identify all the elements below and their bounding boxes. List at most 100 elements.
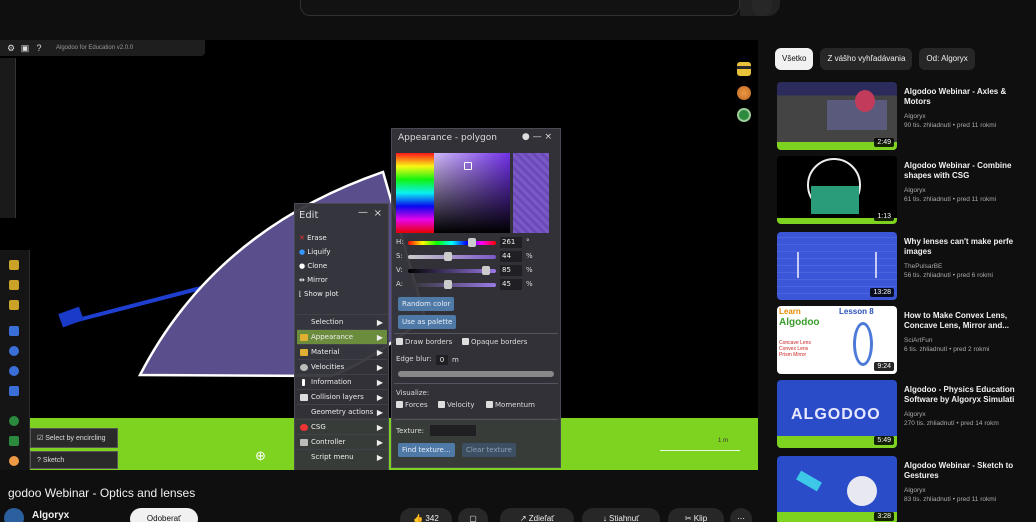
dislike-button[interactable]: ▢ bbox=[458, 508, 488, 522]
chip-all[interactable]: Všetko bbox=[775, 48, 814, 70]
opaque-borders-checkbox[interactable]: Opaque borders bbox=[462, 338, 527, 346]
value-slider-knob[interactable] bbox=[482, 266, 490, 275]
clip-button[interactable]: ✂ Klip bbox=[668, 508, 724, 522]
erase-menu-item[interactable]: ✕ Erase bbox=[299, 234, 327, 242]
random-color-button[interactable]: Random color bbox=[398, 297, 455, 311]
save-icon[interactable]: ▣ bbox=[20, 43, 30, 53]
more-actions-button[interactable]: ⋯ bbox=[730, 508, 752, 522]
liquify-menu-item[interactable]: ● Liquify bbox=[299, 248, 331, 256]
channel-avatar[interactable] bbox=[4, 508, 24, 522]
recommendation-item[interactable]: 13:28 Why lenses can't make perfe images… bbox=[777, 232, 1036, 302]
hinge-tool-icon[interactable] bbox=[9, 280, 19, 290]
plane-tool-icon[interactable] bbox=[9, 456, 19, 466]
clear-texture-button[interactable]: Clear texture bbox=[462, 443, 516, 457]
fixate-tool-icon[interactable] bbox=[9, 300, 19, 310]
channel-name[interactable]: Algoryx bbox=[32, 510, 69, 521]
edge-blur-slider[interactable] bbox=[398, 371, 554, 377]
csg-submenu[interactable]: CSG ▶ bbox=[297, 419, 387, 434]
forces-checkbox[interactable]: Forces bbox=[396, 401, 428, 409]
information-submenu[interactable]: Information ▶ bbox=[297, 374, 387, 389]
video-thumbnail[interactable]: 2:49 bbox=[777, 82, 897, 150]
edge-blur-field[interactable]: 0 bbox=[436, 355, 448, 365]
recommendation-item[interactable]: 1:13 Algodoo Webinar - Combine shapes wi… bbox=[777, 156, 1036, 226]
minimize-icon[interactable]: — bbox=[358, 207, 368, 218]
hue-value-field[interactable]: 261 bbox=[500, 237, 522, 248]
share-button[interactable]: ↗ Zdieľať bbox=[500, 508, 574, 522]
hue-slider-knob[interactable] bbox=[468, 238, 476, 247]
recommendation-item[interactable]: 2:49 Algodoo Webinar - Axles & Motors Al… bbox=[777, 82, 1036, 152]
select-by-encircling-tool[interactable]: ☑ Select by encircling bbox=[30, 428, 118, 448]
appearance-submenu[interactable]: Appearance ▶ bbox=[297, 329, 387, 344]
video-thumbnail[interactable]: ALGODOO 5:49 bbox=[777, 380, 897, 448]
panel-controls[interactable]: ● — × bbox=[522, 132, 552, 142]
recommendation-item[interactable]: Learn Algodoo Lesson 8 Concave Lens Conv… bbox=[777, 306, 1036, 376]
selection-submenu[interactable]: Selection ▶ bbox=[297, 314, 387, 329]
collision-layers-submenu[interactable]: Collision layers ▶ bbox=[297, 389, 387, 404]
saturation-slider-row: S: 44 % bbox=[396, 251, 556, 263]
layers-icon[interactable] bbox=[737, 62, 751, 76]
video-thumbnail[interactable]: 3:28 bbox=[777, 456, 897, 522]
value-value-field[interactable]: 85 bbox=[500, 265, 522, 276]
use-as-palette-button[interactable]: Use as palette bbox=[398, 315, 457, 329]
video-duration: 13:28 bbox=[870, 288, 894, 297]
hue-label: H: bbox=[396, 238, 404, 246]
globe-icon[interactable] bbox=[737, 108, 751, 122]
chain-tool-icon[interactable] bbox=[9, 386, 19, 396]
scale-label: 1 m bbox=[718, 438, 729, 444]
recommendation-title: Algodoo Webinar - Combine bbox=[904, 161, 1012, 170]
hue-spectrum[interactable] bbox=[396, 153, 434, 233]
velocities-submenu[interactable]: Velocities ▶ bbox=[297, 359, 387, 374]
like-button[interactable]: 👍 342 bbox=[400, 508, 452, 522]
video-thumbnail[interactable]: Learn Algodoo Lesson 8 Concave Lens Conv… bbox=[777, 306, 897, 374]
saturation-value-field[interactable]: 44 bbox=[500, 251, 522, 262]
help-icon[interactable]: ? bbox=[34, 43, 44, 53]
video-duration: 9:24 bbox=[874, 362, 894, 371]
chip-from-search[interactable]: Z vášho vyhľadávania bbox=[820, 48, 913, 70]
masthead bbox=[0, 0, 1036, 20]
close-icon[interactable]: × bbox=[374, 208, 382, 219]
video-thumbnail[interactable]: 13:28 bbox=[777, 232, 897, 300]
circle-tool-icon[interactable] bbox=[9, 346, 19, 356]
clone-menu-item[interactable]: ● Clone bbox=[299, 262, 327, 270]
texture-field[interactable] bbox=[430, 425, 476, 436]
draw-borders-checkbox[interactable]: Draw borders bbox=[396, 338, 452, 346]
momentum-checkbox[interactable]: Momentum bbox=[486, 401, 535, 409]
download-button[interactable]: ↓ Stiahnuť bbox=[582, 508, 660, 522]
find-texture-button[interactable]: Find texture... bbox=[398, 443, 455, 457]
laser-tool-icon[interactable] bbox=[9, 326, 19, 336]
subscribe-button[interactable]: Odoberať bbox=[130, 508, 198, 522]
zoom-icon[interactable]: ⊕ bbox=[255, 448, 266, 464]
palette-icon[interactable] bbox=[737, 86, 751, 100]
velocity-checkbox[interactable]: Velocity bbox=[438, 401, 474, 409]
gear-tool-icon[interactable] bbox=[9, 366, 19, 376]
mirror-menu-item[interactable]: ⇹ Mirror bbox=[299, 276, 328, 284]
mirror-icon: ⇹ bbox=[299, 276, 305, 284]
saturation-slider[interactable] bbox=[408, 255, 496, 259]
recommendation-title-line2: images bbox=[904, 247, 932, 256]
script-menu-submenu[interactable]: Script menu ▶ bbox=[297, 449, 387, 464]
video-thumbnail[interactable]: 1:13 bbox=[777, 156, 897, 224]
video-player[interactable]: ⚙ ▣ ? Algodoo for Education v2.0.0 ☑ Sel… bbox=[0, 40, 758, 470]
alpha-value-field[interactable]: 45 bbox=[500, 279, 522, 290]
color-picker-cursor[interactable] bbox=[464, 162, 472, 170]
material-submenu[interactable]: Material ▶ bbox=[297, 344, 387, 359]
tracer-tool-icon[interactable] bbox=[9, 436, 19, 446]
geometry-actions-submenu[interactable]: Geometry actions ▶ bbox=[297, 404, 387, 419]
spring-tool-icon[interactable] bbox=[9, 260, 19, 270]
thruster-tool-icon[interactable] bbox=[9, 416, 19, 426]
recommendation-item[interactable]: 3:28 Algodoo Webinar - Sketch to Gesture… bbox=[777, 456, 1036, 522]
hue-slider[interactable] bbox=[408, 241, 496, 245]
recommendation-item[interactable]: ALGODOO 5:49 Algodoo - Physics Education… bbox=[777, 380, 1036, 450]
controller-submenu[interactable]: Controller ▶ bbox=[297, 434, 387, 449]
search-input[interactable] bbox=[300, 0, 740, 16]
alpha-slider[interactable] bbox=[408, 283, 496, 287]
alpha-slider-knob[interactable] bbox=[444, 280, 452, 289]
saturation-slider-knob[interactable] bbox=[444, 252, 452, 261]
chip-from-algoryx[interactable]: Od: Algoryx bbox=[919, 48, 975, 70]
show-plot-menu-item[interactable]: ⌊ Show plot bbox=[299, 290, 339, 298]
hue-unit: ° bbox=[526, 238, 530, 246]
gear-icon[interactable]: ⚙ bbox=[6, 43, 16, 53]
material-icon bbox=[300, 349, 308, 356]
information-label: Information bbox=[311, 378, 352, 386]
sketch-tool[interactable]: ? Sketch bbox=[30, 451, 118, 469]
